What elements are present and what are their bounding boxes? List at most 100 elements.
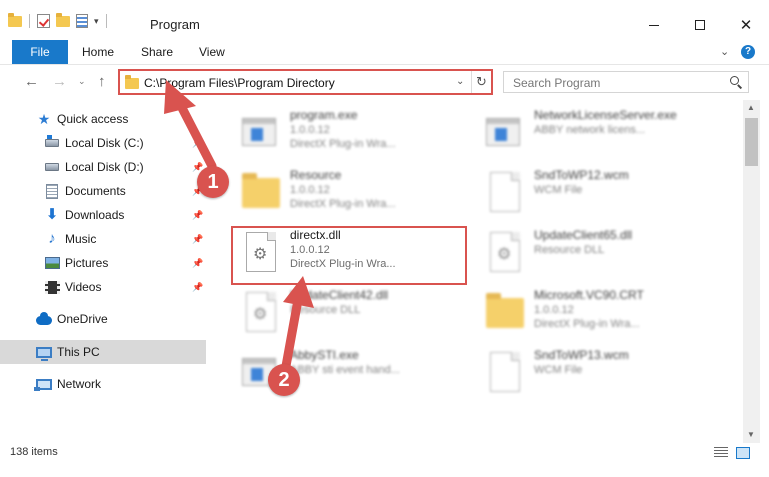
sidebar-item-label: This PC	[57, 345, 100, 359]
sidebar-item-label: OneDrive	[57, 312, 108, 326]
scroll-down-arrow-icon[interactable]: ▼	[747, 430, 755, 439]
minimize-button[interactable]	[631, 10, 677, 40]
sidebar-item-local-disk-d[interactable]: Local Disk (D:) 📌	[0, 155, 206, 179]
pin-icon[interactable]: 📌	[192, 282, 203, 293]
new-folder-icon[interactable]	[56, 12, 70, 27]
pin-icon[interactable]: 📌	[192, 210, 203, 221]
file-item[interactable]: Microsoft.VC90.CRT 1.0.0.12 DirectX Plug…	[478, 284, 708, 340]
file-description: DirectX Plug-in Wra...	[290, 138, 396, 150]
sidebar-item-label: Network	[57, 377, 102, 391]
folder-icon	[242, 170, 280, 214]
sidebar-item-documents[interactable]: Documents 📌	[0, 179, 206, 203]
file-name: NetworkLicenseServer.exe	[534, 108, 677, 122]
address-bar[interactable]: C:\Program Files\Program Directory ⌄ ↻	[118, 69, 493, 95]
toolbar-separator	[105, 14, 107, 28]
search-box[interactable]: Search Program	[503, 71, 749, 93]
file-version: 1.0.0.12	[290, 124, 330, 136]
large-icons-view-icon[interactable]	[736, 447, 750, 459]
file-item[interactable]: AbbySTI.exe ABBY sti event hand...	[234, 344, 464, 400]
vertical-scrollbar[interactable]: ▲ ▼	[743, 100, 760, 443]
gear-icon: ⚙	[253, 306, 268, 323]
drive-icon	[44, 135, 60, 151]
callout-2-badge: 2	[268, 364, 300, 396]
file-item[interactable]: NetworkLicenseServer.exe ABBY network li…	[478, 104, 708, 160]
file-version: 1.0.0.12	[290, 184, 330, 196]
navigation-pane: ★ Quick access Local Disk (C:) 📌 Local D…	[0, 100, 206, 443]
pin-icon[interactable]: 📌	[192, 138, 203, 149]
sidebar-item-music[interactable]: ♪ Music 📌	[0, 227, 206, 251]
downloads-icon: ⬇	[45, 206, 59, 223]
callout-1-badge: 1	[197, 166, 229, 198]
tab-view[interactable]: View	[199, 40, 225, 64]
drive-icon	[44, 159, 60, 175]
pin-icon[interactable]: 📌	[192, 258, 203, 269]
file-name: program.exe	[290, 108, 358, 122]
file-item[interactable]: ⚙ UpdateClient42.dll Resource DLL	[234, 284, 464, 340]
refresh-icon[interactable]: ↻	[471, 71, 491, 93]
tab-share[interactable]: Share	[141, 40, 173, 64]
sidebar-item-label: Local Disk (D:)	[65, 160, 144, 174]
address-path[interactable]: C:\Program Files\Program Directory	[144, 76, 335, 90]
sidebar-item-quick-access[interactable]: ★ Quick access	[0, 107, 206, 131]
close-button[interactable]: ✕	[723, 10, 769, 40]
file-icon	[486, 170, 524, 214]
search-icon[interactable]	[730, 76, 739, 85]
file-item[interactable]: ⚙ UpdateClient65.dll Resource DLL	[478, 224, 708, 280]
star-icon: ★	[37, 111, 51, 127]
file-name: SndToWP13.wcm	[534, 348, 629, 362]
file-description: WCM File	[534, 364, 583, 376]
network-icon	[34, 376, 52, 392]
file-item[interactable]: Resource 1.0.0.12 DirectX Plug-in Wra...	[234, 164, 464, 220]
recent-locations-chevron-icon[interactable]: ⌄	[78, 76, 86, 87]
file-item[interactable]: SndToWP13.wcm WCM File	[478, 344, 708, 400]
file-item[interactable]: SndToWP12.wcm WCM File	[478, 164, 708, 220]
navigation-bar: ← → ⌄ ↑ C:\Program Files\Program Directo…	[0, 66, 769, 100]
file-item[interactable]: program.exe 1.0.0.12 DirectX Plug-in Wra…	[234, 104, 464, 160]
sidebar-item-network[interactable]: Network	[0, 372, 206, 396]
expand-ribbon-chevron-icon[interactable]: ⌄	[720, 45, 729, 58]
gear-icon: ⚙	[497, 246, 512, 263]
maximize-button[interactable]	[677, 10, 723, 40]
details-view-icon[interactable]	[714, 447, 728, 459]
forward-arrow-icon[interactable]: →	[52, 73, 67, 90]
quick-access-toolbar: ▾	[8, 12, 108, 28]
pin-icon[interactable]: 📌	[192, 234, 203, 245]
tab-file[interactable]: File	[12, 40, 68, 64]
sidebar-item-videos[interactable]: Videos 📌	[0, 275, 206, 299]
tab-home[interactable]: Home	[82, 40, 114, 64]
properties-check-icon[interactable]	[37, 14, 50, 28]
pictures-icon	[44, 255, 60, 271]
scrollbar-thumb[interactable]	[745, 118, 758, 166]
file-description: DirectX Plug-in Wra...	[290, 198, 396, 210]
sidebar-item-label: Downloads	[65, 208, 125, 222]
search-placeholder[interactable]: Search Program	[513, 76, 600, 90]
file-name: AbbySTI.exe	[290, 348, 359, 362]
close-icon: ✕	[739, 17, 753, 34]
sidebar-item-pictures[interactable]: Pictures 📌	[0, 251, 206, 275]
folder-icon	[8, 12, 22, 27]
sidebar-item-label: Documents	[65, 184, 126, 198]
file-name: Resource	[290, 168, 342, 182]
sidebar-item-this-pc[interactable]: This PC	[0, 340, 206, 364]
file-name: SndToWP12.wcm	[534, 168, 629, 182]
customize-toolbar-dropdown-icon[interactable]: ▾	[94, 16, 99, 27]
file-icon	[486, 350, 524, 394]
up-arrow-icon[interactable]: ↑	[98, 73, 106, 90]
properties-icon[interactable]	[76, 14, 88, 28]
help-icon[interactable]: ?	[741, 45, 755, 59]
minimize-icon	[649, 24, 659, 26]
title-bar: ▾ Program ✕	[0, 0, 769, 40]
file-description: Resource DLL	[534, 244, 605, 256]
folder-icon	[125, 75, 139, 89]
sidebar-item-label: Videos	[65, 280, 102, 294]
address-dropdown-chevron-icon[interactable]: ⌄	[456, 76, 464, 87]
sidebar-item-label: Pictures	[65, 256, 109, 270]
sidebar-item-local-disk-c[interactable]: Local Disk (C:) 📌	[0, 131, 206, 155]
ribbon-tabs: File Home Share View ⌄ ?	[0, 40, 769, 65]
scroll-up-arrow-icon[interactable]: ▲	[747, 103, 755, 112]
back-arrow-icon[interactable]: ←	[24, 73, 39, 90]
sidebar-item-downloads[interactable]: ⬇ Downloads 📌	[0, 203, 206, 227]
sidebar-item-label: Local Disk (C:)	[65, 136, 144, 150]
sidebar-item-onedrive[interactable]: OneDrive	[0, 307, 206, 331]
file-description: ABBY sti event hand...	[290, 364, 400, 376]
